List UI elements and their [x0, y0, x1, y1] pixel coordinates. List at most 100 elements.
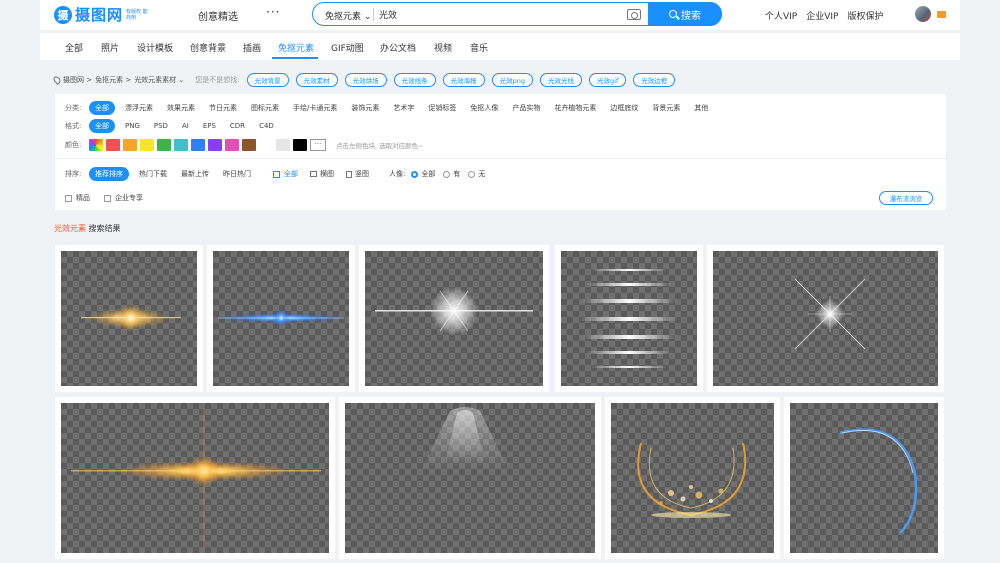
color-swatch-cyan[interactable] — [174, 139, 188, 151]
tab-illustration[interactable]: 插画 — [243, 41, 261, 54]
tab-creative-bg[interactable]: 创意背景 — [190, 41, 226, 54]
mail-icon[interactable] — [937, 11, 946, 18]
classify-option[interactable]: 装饰元素 — [351, 103, 379, 113]
tab-photo[interactable]: 照片 — [101, 41, 119, 54]
filter-premium[interactable]: 精品 — [65, 193, 90, 203]
landscape-icon — [310, 171, 317, 177]
nav-more-icon[interactable]: ··· — [266, 5, 280, 19]
portrait-all[interactable]: 全部 — [411, 169, 435, 179]
classify-option[interactable]: 背景元素 — [652, 103, 680, 113]
site-logo[interactable]: 摄 摄图网 有版权 能商用 — [54, 4, 148, 25]
suggest-tag[interactable]: 光效海报 — [442, 73, 485, 87]
personal-vip-link[interactable]: 个人VIP — [765, 9, 797, 22]
nav-featured[interactable]: 创意精选 — [198, 8, 238, 23]
classify-option[interactable]: 产品实物 — [512, 103, 540, 113]
color-swatch-pink[interactable] — [225, 139, 239, 151]
orient-all[interactable]: 全部 — [273, 169, 298, 179]
result-thumbnail — [713, 251, 938, 386]
result-card[interactable] — [207, 245, 355, 392]
light-lines-image — [579, 269, 679, 368]
result-card[interactable] — [55, 245, 203, 392]
format-option[interactable]: C4D — [259, 122, 274, 130]
breadcrumb-cutout[interactable]: 免抠元素 > — [95, 75, 131, 85]
filter-enterprise[interactable]: 企业专享 — [104, 193, 143, 203]
format-option[interactable]: EPS — [203, 122, 216, 130]
sort-yesterday[interactable]: 昨日热门 — [223, 169, 251, 179]
search-category-select[interactable]: 免抠元素 ⌄ — [325, 9, 371, 22]
orient-landscape[interactable]: 横图 — [310, 169, 334, 179]
suggest-tag[interactable]: 光效背景 — [246, 73, 289, 87]
result-card[interactable] — [55, 397, 335, 559]
breadcrumb-current[interactable]: 光效元素素材 ⌄ — [134, 75, 184, 85]
sort-recommended[interactable]: 推荐排序 — [89, 167, 129, 181]
tab-all[interactable]: 全部 — [65, 41, 83, 54]
classify-option[interactable]: 漂浮元素 — [125, 103, 153, 113]
tab-gif[interactable]: GIF动图 — [331, 41, 364, 54]
classify-option[interactable]: 艺术字 — [393, 103, 414, 113]
breadcrumb-home[interactable]: 摄图网 > — [63, 75, 92, 85]
color-swatch-blue[interactable] — [191, 139, 205, 151]
enterprise-vip-link[interactable]: 企业VIP — [806, 9, 838, 22]
tab-cutout-elements[interactable]: 免抠元素 — [278, 41, 314, 54]
color-swatch-green[interactable] — [157, 139, 171, 151]
result-card[interactable] — [359, 245, 549, 392]
search-input[interactable] — [379, 8, 619, 21]
camera-icon[interactable] — [627, 9, 641, 20]
classify-option[interactable]: 边框底纹 — [610, 103, 638, 113]
classify-option[interactable]: 花卉植物元素 — [554, 103, 596, 113]
result-card[interactable] — [339, 397, 601, 559]
format-option-active[interactable]: 全部 — [89, 119, 115, 133]
classify-option[interactable]: 促销标签 — [428, 103, 456, 113]
color-swatch-white[interactable] — [259, 139, 273, 151]
classify-option[interactable]: 节日元素 — [209, 103, 237, 113]
format-option[interactable]: AI — [182, 122, 189, 130]
result-thumbnail — [61, 403, 329, 553]
results-suffix: 搜索结果 — [88, 224, 121, 233]
color-swatch-red[interactable] — [106, 139, 120, 151]
copyright-link[interactable]: 版权保护 — [848, 9, 884, 22]
portrait-yes[interactable]: 有 — [443, 169, 460, 179]
color-swatch-gray[interactable] — [276, 139, 290, 151]
classify-option[interactable]: 手绘/卡通元素 — [293, 103, 337, 113]
suggest-tag[interactable]: 光效线条 — [393, 73, 436, 87]
suggest-tag[interactable]: 光效gif — [589, 73, 627, 87]
color-swatch-black[interactable] — [293, 139, 307, 151]
result-card[interactable] — [707, 245, 944, 392]
classify-option[interactable]: 图标元素 — [251, 103, 279, 113]
suggest-tag[interactable]: 光效素材 — [295, 73, 338, 87]
color-swatch-orange[interactable] — [123, 139, 137, 151]
suggest-tag[interactable]: 光效烘场 — [344, 73, 387, 87]
waterfall-view-button[interactable]: 瀑布流浏览 — [879, 191, 933, 205]
orange-lens-flare-image — [71, 408, 321, 548]
color-swatch-brown[interactable] — [242, 139, 256, 151]
result-card[interactable] — [555, 245, 703, 392]
sort-hot[interactable]: 热门下载 — [139, 169, 167, 179]
tab-office-docs[interactable]: 办公文档 — [380, 41, 416, 54]
portrait-no[interactable]: 无 — [468, 169, 485, 179]
suggest-tag[interactable]: 光效光线 — [540, 73, 583, 87]
golden-flare-image — [81, 304, 181, 332]
color-swatch-yellow[interactable] — [140, 139, 154, 151]
tab-music[interactable]: 音乐 — [470, 41, 488, 54]
tab-video[interactable]: 视频 — [434, 41, 452, 54]
suggest-tag[interactable]: 光效边框 — [633, 73, 676, 87]
result-card[interactable] — [605, 397, 780, 559]
classify-option[interactable]: 其他 — [694, 103, 708, 113]
color-hint: 点击左侧色块, 选取对应颜色~ — [336, 142, 424, 150]
avatar[interactable] — [915, 6, 931, 22]
format-option[interactable]: PSD — [154, 122, 168, 130]
suggest-tag[interactable]: 光效png — [491, 73, 534, 87]
tab-design-template[interactable]: 设计模板 — [137, 41, 173, 54]
classify-option[interactable]: 免抠人像 — [470, 103, 498, 113]
color-more-button[interactable]: ··· — [310, 139, 326, 151]
classify-option[interactable]: 效果元素 — [167, 103, 195, 113]
classify-option-active[interactable]: 全部 — [89, 101, 115, 115]
sort-latest[interactable]: 最新上传 — [181, 169, 209, 179]
color-swatch-all[interactable] — [89, 139, 103, 151]
search-button[interactable]: 搜索 — [648, 2, 722, 26]
format-option[interactable]: PNG — [125, 122, 140, 130]
orient-portrait[interactable]: 竖图 — [346, 169, 369, 179]
format-option[interactable]: CDR — [230, 122, 245, 130]
color-swatch-purple[interactable] — [208, 139, 222, 151]
result-card[interactable] — [784, 397, 944, 559]
